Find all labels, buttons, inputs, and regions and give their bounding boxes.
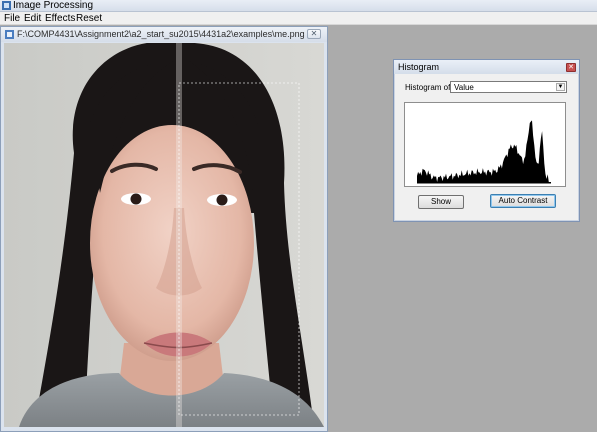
histogram-close-button[interactable]: ✕: [566, 63, 576, 72]
histogram-window[interactable]: Histogram ✕ Histogram of: Value ▼ Show A…: [393, 59, 580, 222]
portrait-photo: [4, 43, 324, 427]
auto-contrast-button[interactable]: Auto Contrast: [490, 194, 556, 208]
app-titlebar: Image Processing: [0, 0, 597, 12]
show-button[interactable]: Show: [418, 195, 464, 209]
menu-edit[interactable]: Edit: [22, 12, 43, 25]
image-canvas[interactable]: [4, 43, 324, 427]
close-icon: ✕: [568, 64, 574, 71]
menu-file[interactable]: File: [2, 12, 22, 25]
menu-bar: File Edit Effects Reset: [0, 12, 597, 25]
histogram-chart: [417, 120, 551, 184]
image-window-title: F:\COMP4431\Assignment2\a2_start_su2015\…: [17, 29, 305, 39]
histogram-titlebar[interactable]: Histogram ✕: [394, 60, 579, 74]
app-title: Image Processing: [13, 0, 94, 11]
chevron-down-icon[interactable]: ▼: [556, 83, 565, 91]
menu-effects[interactable]: Effects: [43, 12, 77, 25]
image-close-button[interactable]: ✕: [307, 29, 321, 39]
histogram-plot: [404, 102, 566, 187]
document-icon: [5, 30, 14, 39]
menu-reset[interactable]: Reset: [74, 12, 104, 25]
histogram-of-label: Histogram of:: [405, 83, 453, 92]
image-window[interactable]: F:\COMP4431\Assignment2\a2_start_su2015\…: [0, 26, 328, 432]
histogram-bars: [417, 120, 551, 183]
histogram-channel-select[interactable]: Value ▼: [450, 81, 567, 93]
close-icon: ✕: [310, 29, 318, 38]
app-icon: [2, 1, 11, 10]
image-window-titlebar[interactable]: F:\COMP4431\Assignment2\a2_start_su2015\…: [1, 27, 327, 42]
histogram-window-title: Histogram: [398, 62, 440, 72]
histogram-channel-value: Value: [454, 83, 474, 92]
